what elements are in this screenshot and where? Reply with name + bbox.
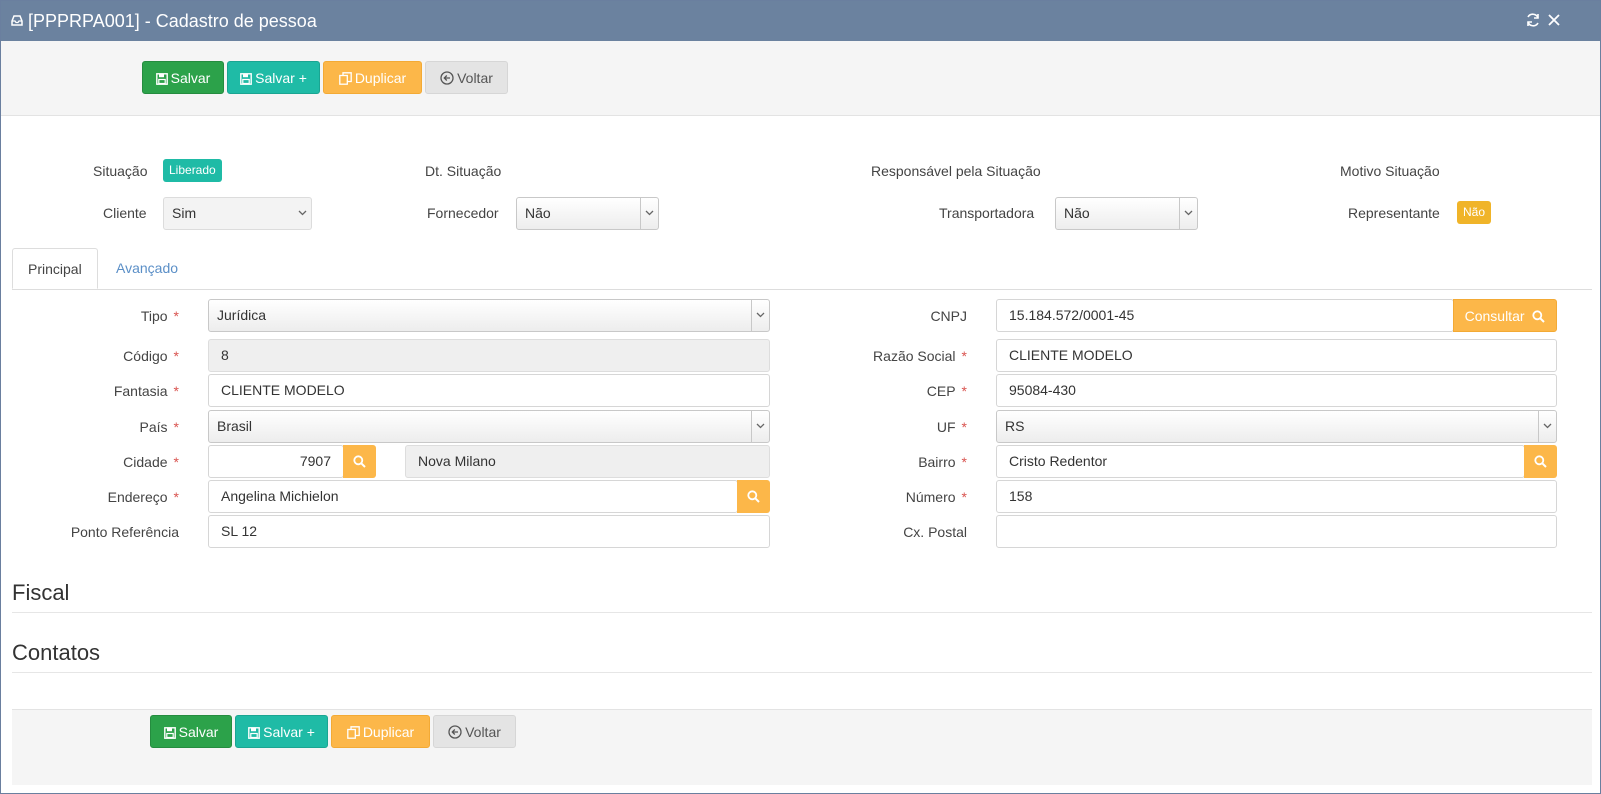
razao-social-field[interactable]: CLIENTE MODELO [996, 339, 1557, 372]
chevron-down-icon [1538, 411, 1556, 442]
endereco-search-button[interactable] [737, 480, 770, 513]
chevron-down-icon [640, 198, 658, 229]
representante-label: Representante [1348, 205, 1440, 221]
cidade-search-button[interactable] [343, 445, 376, 478]
floppy-icon [240, 73, 253, 85]
cep-label: CEP * [926, 383, 967, 399]
search-icon [1534, 455, 1547, 468]
pais-select[interactable]: Brasil [208, 410, 770, 443]
section-contatos[interactable]: Contatos [12, 639, 1592, 673]
cnpj-label: CNPJ [930, 308, 967, 324]
cliente-label: Cliente [103, 205, 147, 221]
pais-label: País * [139, 419, 179, 435]
numero-label: Número * [905, 489, 967, 505]
razao-social-label: Razão Social * [873, 348, 967, 364]
copy-icon [338, 72, 352, 85]
fornecedor-label: Fornecedor [427, 205, 499, 221]
cx-postal-label: Cx. Postal [903, 524, 967, 540]
save-plus-button[interactable]: Salvar + [235, 715, 328, 748]
section-fiscal[interactable]: Fiscal [12, 579, 1592, 613]
transportadora-label: Transportadora [939, 205, 1035, 221]
search-icon [747, 490, 760, 503]
save-button[interactable]: Salvar [142, 61, 224, 94]
bairro-field[interactable]: Cristo Redentor [996, 445, 1525, 478]
chevron-down-icon [1179, 198, 1197, 229]
consultar-button[interactable]: Consultar [1453, 299, 1557, 332]
tab-bar: Principal Avançado [12, 248, 1592, 290]
inbox-icon [11, 15, 23, 26]
codigo-label: Código * [123, 348, 179, 364]
cidade-name-field: Nova Milano [405, 445, 770, 478]
title-bar: [PPPRPA001] - Cadastro de pessoa [1, 1, 1600, 41]
copy-icon [346, 726, 360, 739]
endereco-field[interactable]: Angelina Michielon [208, 480, 738, 513]
situacao-label: Situação [93, 163, 148, 179]
cnpj-field[interactable]: 15.184.572/0001-45 [996, 299, 1454, 332]
refresh-icon[interactable] [1525, 12, 1541, 28]
floppy-icon [248, 727, 261, 739]
duplicate-button[interactable]: Duplicar [323, 61, 422, 94]
cliente-select[interactable]: Sim [163, 197, 312, 230]
endereco-label: Endereço * [107, 489, 179, 505]
cidade-label: Cidade * [123, 454, 179, 470]
cx-postal-field[interactable] [996, 515, 1557, 548]
codigo-field[interactable]: 8 [208, 339, 770, 372]
search-icon [1532, 310, 1546, 323]
bairro-search-button[interactable] [1524, 445, 1557, 478]
tipo-select[interactable]: Jurídica [208, 299, 770, 332]
fantasia-label: Fantasia * [113, 383, 179, 399]
window: [PPPRPA001] - Cadastro de pessoa Salvar … [0, 0, 1601, 794]
fornecedor-select[interactable]: Não [516, 197, 659, 230]
bottom-toolbar: Salvar Salvar + Duplicar Voltar [12, 709, 1592, 785]
close-icon[interactable] [1546, 12, 1562, 28]
bairro-label: Bairro * [918, 454, 967, 470]
fantasia-field[interactable]: CLIENTE MODELO [208, 374, 770, 407]
numero-field[interactable]: 158 [996, 480, 1557, 513]
tipo-label: Tipo * [140, 308, 179, 324]
chevron-down-icon [294, 198, 311, 229]
chevron-down-icon [751, 300, 769, 331]
uf-label: UF * [936, 419, 967, 435]
back-button[interactable]: Voltar [433, 715, 516, 748]
transportadora-select[interactable]: Não [1055, 197, 1198, 230]
arrow-circle-left-icon [440, 71, 454, 85]
motivo-situacao-label: Motivo Situação [1340, 163, 1440, 179]
ponto-referencia-label: Ponto Referência [70, 524, 179, 540]
uf-select[interactable]: RS [996, 410, 1557, 443]
window-title: [PPPRPA001] - Cadastro de pessoa [28, 11, 317, 31]
responsavel-situacao-label: Responsável pela Situação [871, 163, 1041, 179]
ponto-referencia-field[interactable]: SL 12 [208, 515, 770, 548]
save-plus-button[interactable]: Salvar + [227, 61, 320, 94]
situacao-badge: Liberado [163, 159, 222, 182]
cep-field[interactable]: 95084-430 [996, 374, 1557, 407]
search-icon [353, 455, 366, 468]
tab-principal[interactable]: Principal [12, 248, 98, 289]
arrow-circle-left-icon [448, 725, 462, 739]
tab-avancado[interactable]: Avançado [101, 248, 193, 289]
back-button[interactable]: Voltar [425, 61, 508, 94]
floppy-icon [163, 727, 176, 739]
cidade-code-field[interactable]: 7907 [208, 445, 344, 478]
top-toolbar: Salvar Salvar + Duplicar Voltar [1, 41, 1600, 116]
chevron-down-icon [751, 411, 769, 442]
floppy-icon [155, 73, 168, 85]
dt-situacao-label: Dt. Situação [425, 163, 502, 179]
save-button[interactable]: Salvar [150, 715, 232, 748]
representante-badge: Não [1457, 201, 1492, 224]
duplicate-button[interactable]: Duplicar [331, 715, 430, 748]
